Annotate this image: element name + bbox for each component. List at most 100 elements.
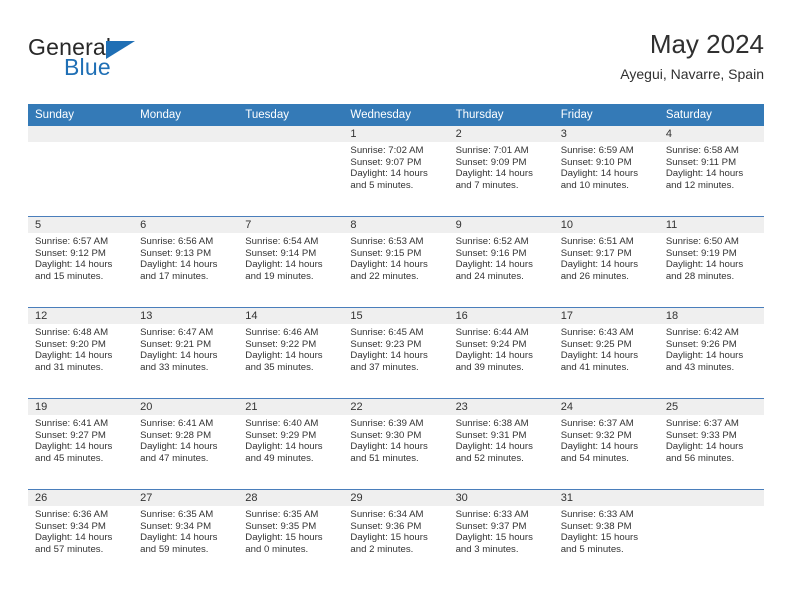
calendar-week-row: 12 Sunrise: 6:48 AM Sunset: 9:20 PM Dayligh… xyxy=(28,307,764,399)
daylight-duration-line1: Daylight: 14 hours xyxy=(350,441,428,453)
day-number: 12 xyxy=(28,308,134,324)
calendar-day-cell[interactable]: 19 Sunrise: 6:41 AM Sunset: 9:27 PM Dayligh… xyxy=(28,398,134,490)
calendar-day-cell[interactable]: 27 Sunrise: 6:35 AM Sunset: 9:34 PM Dayligh… xyxy=(133,489,239,580)
daylight-duration-line1: Daylight: 14 hours xyxy=(455,168,533,180)
daylight-duration-line1: Daylight: 14 hours xyxy=(560,259,639,271)
calendar-day-cell[interactable]: 8 Sunrise: 6:53 AM Sunset: 9:15 PM Daylight… xyxy=(343,216,449,308)
calendar-day-cell[interactable]: 31 Sunrise: 6:33 AM Sunset: 9:38 PM Dayligh… xyxy=(553,489,659,580)
day-number: 23 xyxy=(448,399,554,415)
sunset-time: Sunset: 9:27 PM xyxy=(35,429,106,441)
daylight-duration-line2: and 0 minutes. xyxy=(245,543,309,555)
calendar-day-cell[interactable]: 22 Sunrise: 6:39 AM Sunset: 9:30 PM Dayligh… xyxy=(343,398,449,490)
sunrise-sunset-calendar: Sunday Monday Tuesday Wednesday Thursday Frid… xyxy=(28,104,764,580)
day-number: 5 xyxy=(28,217,134,233)
day-details: Sunrise: 6:39 AM Sunset: 9:30 PM Daylight:… xyxy=(343,415,448,464)
sunset-time: Sunset: 9:29 PM xyxy=(245,429,317,441)
daylight-duration-line1: Daylight: 14 hours xyxy=(350,350,428,362)
weekday-header-friday: Friday xyxy=(553,104,659,126)
sunrise-time: Sunrise: 6:35 AM xyxy=(140,509,214,520)
sunrise-time: Sunrise: 6:36 AM xyxy=(35,509,109,520)
daylight-duration-line2: and 12 minutes. xyxy=(665,179,735,191)
calendar-day-cell[interactable]: 18 Sunrise: 6:42 AM Sunset: 9:26 PM Dayligh… xyxy=(658,307,764,399)
sunrise-time: Sunrise: 6:39 AM xyxy=(350,418,424,429)
calendar-day-cell[interactable]: 28 Sunrise: 6:35 AM Sunset: 9:35 PM Dayligh… xyxy=(238,489,344,580)
daylight-duration-line2: and 43 minutes. xyxy=(665,361,735,373)
calendar-week-row: 26 Sunrise: 6:36 AM Sunset: 9:34 PM Dayligh… xyxy=(28,489,764,580)
calendar-day-cell[interactable]: 30 Sunrise: 6:33 AM Sunset: 9:37 PM Dayligh… xyxy=(448,489,554,580)
day-number: 16 xyxy=(448,308,554,324)
day-details: Sunrise: 6:33 AM Sunset: 9:37 PM Daylight:… xyxy=(449,506,554,555)
daylight-duration-line1: Daylight: 14 hours xyxy=(140,259,218,271)
daylight-duration-line1: Daylight: 14 hours xyxy=(245,259,323,271)
calendar-day-cell[interactable]: 9 Sunrise: 6:52 AM Sunset: 9:16 PM Daylight… xyxy=(448,216,554,308)
calendar-page: General Blue May 2024 Ayegui, Navarre, S… xyxy=(0,0,792,612)
day-details: Sunrise: 6:53 AM Sunset: 9:15 PM Daylight:… xyxy=(343,233,448,282)
calendar-day-cell[interactable]: 1 Sunrise: 7:02 AM Sunset: 9:07 PM Daylight… xyxy=(343,126,449,217)
daylight-duration-line2: and 31 minutes. xyxy=(35,361,104,373)
calendar-day-cell[interactable]: 6 Sunrise: 6:56 AM Sunset: 9:13 PM Daylight… xyxy=(133,216,239,308)
sunset-time: Sunset: 9:35 PM xyxy=(245,520,317,532)
daylight-duration-line2: and 10 minutes. xyxy=(560,179,629,191)
day-details: Sunrise: 6:41 AM Sunset: 9:27 PM Daylight:… xyxy=(28,415,133,464)
day-number: 29 xyxy=(343,490,449,506)
sunset-time: Sunset: 9:21 PM xyxy=(140,338,212,350)
page-subtitle: Ayegui, Navarre, Spain xyxy=(620,66,764,82)
daylight-duration-line2: and 24 minutes. xyxy=(455,270,524,282)
calendar-body: 1 Sunrise: 7:02 AM Sunset: 9:07 PM Daylight… xyxy=(28,126,764,580)
calendar-day-cell[interactable]: 5 Sunrise: 6:57 AM Sunset: 9:12 PM Daylight… xyxy=(28,216,134,308)
daylight-duration-line2: and 57 minutes. xyxy=(35,543,104,555)
calendar-day-cell[interactable]: 29 Sunrise: 6:34 AM Sunset: 9:36 PM Dayligh… xyxy=(343,489,449,580)
day-number: 1 xyxy=(343,126,449,142)
calendar-day-cell[interactable]: 20 Sunrise: 6:41 AM Sunset: 9:28 PM Dayligh… xyxy=(133,398,239,490)
day-details: Sunrise: 6:36 AM Sunset: 9:34 PM Daylight:… xyxy=(28,506,133,555)
calendar-day-cell[interactable]: 12 Sunrise: 6:48 AM Sunset: 9:20 PM Dayligh… xyxy=(28,307,134,399)
daylight-duration-line2: and 2 minutes. xyxy=(350,543,414,555)
daylight-duration-line2: and 37 minutes. xyxy=(350,361,419,373)
daylight-duration-line2: and 54 minutes. xyxy=(560,452,629,464)
calendar-day-cell[interactable]: 4 Sunrise: 6:58 AM Sunset: 9:11 PM Daylight… xyxy=(658,126,764,217)
sunrise-time: Sunrise: 6:53 AM xyxy=(350,236,424,247)
daylight-duration-line1: Daylight: 14 hours xyxy=(140,532,218,544)
calendar-day-cell[interactable]: 23 Sunrise: 6:38 AM Sunset: 9:31 PM Dayligh… xyxy=(448,398,554,490)
sunset-time: Sunset: 9:19 PM xyxy=(665,247,737,259)
logo-text-blue: Blue xyxy=(64,54,111,80)
calendar-day-cell[interactable]: 2 Sunrise: 7:01 AM Sunset: 9:09 PM Daylight… xyxy=(448,126,554,217)
daylight-duration-line1: Daylight: 14 hours xyxy=(35,350,113,362)
daylight-duration-line2: and 33 minutes. xyxy=(140,361,209,373)
sunset-time: Sunset: 9:13 PM xyxy=(140,247,212,259)
day-number: 13 xyxy=(133,308,239,324)
daylight-duration-line2: and 59 minutes. xyxy=(140,543,209,555)
sunrise-time: Sunrise: 6:43 AM xyxy=(560,327,634,338)
calendar-day-cell[interactable]: 7 Sunrise: 6:54 AM Sunset: 9:14 PM Daylight… xyxy=(238,216,344,308)
calendar-day-cell[interactable]: 15 Sunrise: 6:45 AM Sunset: 9:23 PM Dayligh… xyxy=(343,307,449,399)
calendar-day-cell[interactable]: 26 Sunrise: 6:36 AM Sunset: 9:34 PM Dayligh… xyxy=(28,489,134,580)
calendar-day-cell[interactable]: 24 Sunrise: 6:37 AM Sunset: 9:32 PM Dayligh… xyxy=(553,398,659,490)
daylight-duration-line1: Daylight: 14 hours xyxy=(455,350,533,362)
sunset-time: Sunset: 9:20 PM xyxy=(35,338,106,350)
daylight-duration-line2: and 19 minutes. xyxy=(245,270,314,282)
calendar-day-cell[interactable]: 17 Sunrise: 6:43 AM Sunset: 9:25 PM Dayligh… xyxy=(553,307,659,399)
sunset-time: Sunset: 9:34 PM xyxy=(140,520,212,532)
day-number: 18 xyxy=(658,308,764,324)
day-details: Sunrise: 6:42 AM Sunset: 9:26 PM Daylight:… xyxy=(659,324,764,373)
day-details: Sunrise: 6:50 AM Sunset: 9:19 PM Daylight:… xyxy=(659,233,764,282)
sunrise-time: Sunrise: 6:37 AM xyxy=(560,418,634,429)
sunset-time: Sunset: 9:15 PM xyxy=(350,247,422,259)
sunset-time: Sunset: 9:36 PM xyxy=(350,520,422,532)
calendar-day-cell[interactable]: 3 Sunrise: 6:59 AM Sunset: 9:10 PM Daylight… xyxy=(553,126,659,217)
sunset-time: Sunset: 9:14 PM xyxy=(245,247,317,259)
calendar-day-cell[interactable]: 25 Sunrise: 6:37 AM Sunset: 9:33 PM Dayligh… xyxy=(658,398,764,490)
general-blue-logo[interactable]: General Blue xyxy=(28,34,228,86)
sunset-time: Sunset: 9:12 PM xyxy=(35,247,106,259)
calendar-day-cell[interactable]: 13 Sunrise: 6:47 AM Sunset: 9:21 PM Dayligh… xyxy=(133,307,239,399)
day-details: Sunrise: 6:43 AM Sunset: 9:25 PM Daylight:… xyxy=(554,324,659,373)
calendar-day-cell[interactable]: 16 Sunrise: 6:44 AM Sunset: 9:24 PM Dayligh… xyxy=(448,307,554,399)
sunrise-time: Sunrise: 7:01 AM xyxy=(455,145,529,156)
day-number xyxy=(28,126,134,142)
sunrise-time: Sunrise: 6:46 AM xyxy=(245,327,319,338)
calendar-day-cell[interactable]: 11 Sunrise: 6:50 AM Sunset: 9:19 PM Dayligh… xyxy=(658,216,764,308)
calendar-day-cell[interactable]: 14 Sunrise: 6:46 AM Sunset: 9:22 PM Dayligh… xyxy=(238,307,344,399)
calendar-day-cell[interactable]: 10 Sunrise: 6:51 AM Sunset: 9:17 PM Dayligh… xyxy=(553,216,659,308)
calendar-day-cell[interactable]: 21 Sunrise: 6:40 AM Sunset: 9:29 PM Dayligh… xyxy=(238,398,344,490)
sunset-time: Sunset: 9:17 PM xyxy=(560,247,632,259)
